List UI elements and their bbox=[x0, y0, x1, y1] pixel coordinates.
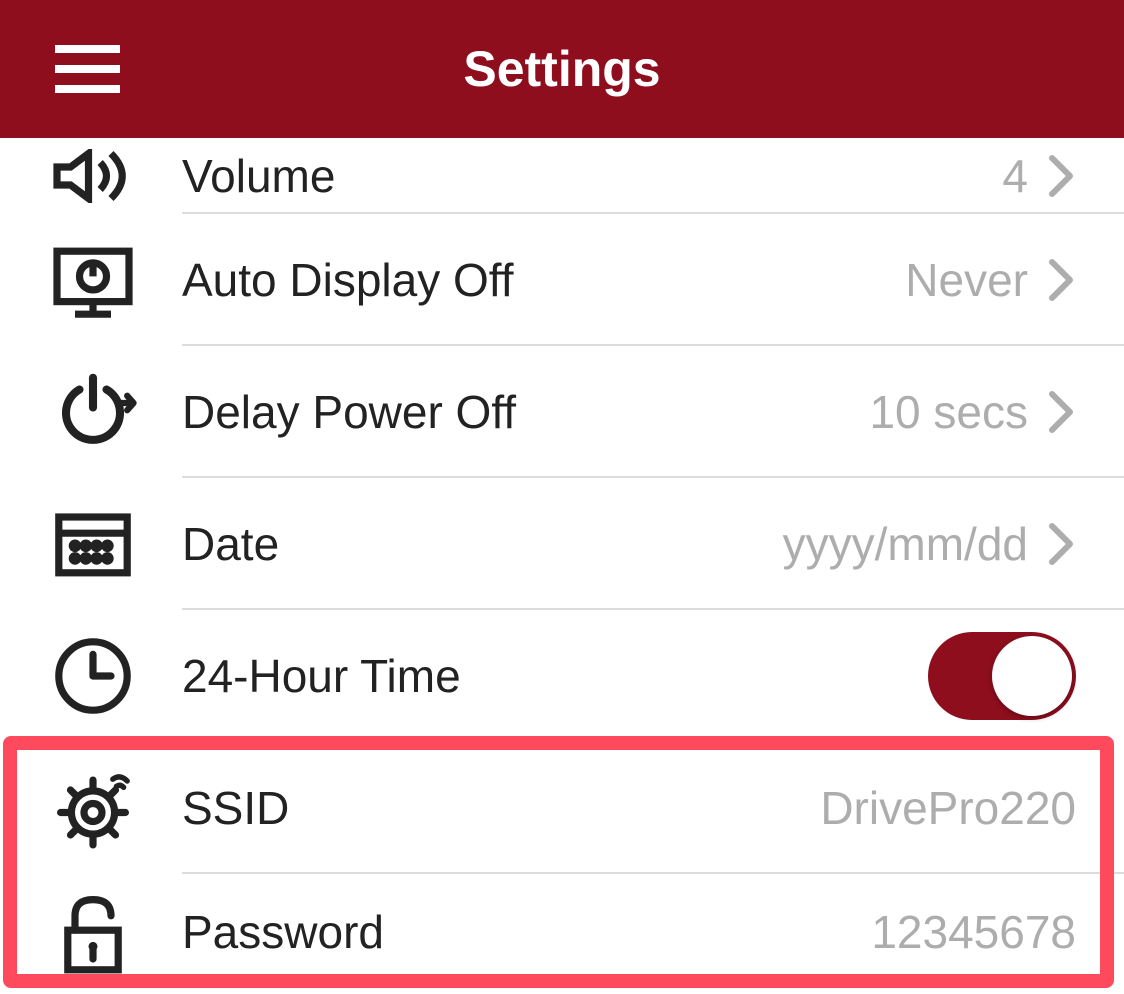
row-date[interactable]: Date yyyy/mm/dd bbox=[0, 478, 1124, 610]
row-volume[interactable]: Volume 4 bbox=[0, 138, 1124, 214]
power-delay-icon bbox=[48, 367, 138, 457]
row-ssid[interactable]: SSID DrivePro220 bbox=[0, 742, 1124, 874]
clock-icon bbox=[48, 631, 138, 721]
list: Volume 4 Auto Display Off Never bbox=[0, 138, 1124, 990]
row-date-value: yyyy/mm/dd bbox=[783, 517, 1028, 571]
row-24-hour-time: 24-Hour Time bbox=[0, 610, 1124, 742]
chevron-right-icon bbox=[1048, 154, 1076, 198]
row-24-hour-time-label: 24-Hour Time bbox=[182, 649, 928, 703]
time-format-toggle[interactable] bbox=[928, 632, 1076, 720]
display-power-icon bbox=[48, 235, 138, 325]
chevron-right-icon bbox=[1048, 522, 1076, 566]
row-date-label: Date bbox=[182, 517, 783, 571]
row-auto-display-off[interactable]: Auto Display Off Never bbox=[0, 214, 1124, 346]
row-ssid-value: DrivePro220 bbox=[820, 781, 1076, 835]
row-delay-power-off-value: 10 secs bbox=[869, 385, 1028, 439]
row-password[interactable]: Password 12345678 bbox=[0, 874, 1124, 990]
lock-open-icon bbox=[48, 887, 138, 977]
menu-icon[interactable] bbox=[55, 45, 120, 93]
chevron-right-icon bbox=[1048, 258, 1076, 302]
header-bar: Settings bbox=[0, 0, 1124, 138]
wifi-settings-icon bbox=[48, 763, 138, 853]
settings-list: Volume 4 Auto Display Off Never bbox=[0, 138, 1124, 990]
row-volume-value: 4 bbox=[1002, 149, 1028, 203]
row-auto-display-off-value: Never bbox=[905, 253, 1028, 307]
page-title: Settings bbox=[0, 40, 1124, 98]
chevron-right-icon bbox=[1048, 390, 1076, 434]
row-volume-label: Volume bbox=[182, 149, 1002, 203]
row-auto-display-off-label: Auto Display Off bbox=[182, 253, 905, 307]
calendar-icon bbox=[48, 499, 138, 589]
row-delay-power-off-label: Delay Power Off bbox=[182, 385, 869, 439]
row-password-label: Password bbox=[182, 905, 871, 959]
row-delay-power-off[interactable]: Delay Power Off 10 secs bbox=[0, 346, 1124, 478]
toggle-knob bbox=[992, 636, 1072, 716]
row-password-value: 12345678 bbox=[871, 905, 1076, 959]
row-ssid-label: SSID bbox=[182, 781, 820, 835]
volume-icon bbox=[48, 146, 138, 206]
